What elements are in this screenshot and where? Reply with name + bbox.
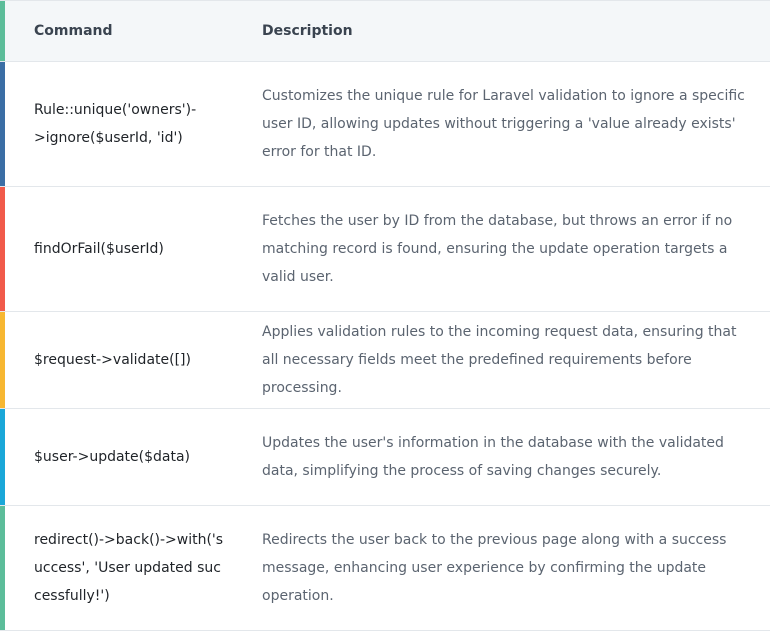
description-text: Fetches the user by ID from the database… [262,213,733,285]
description-cell: Updates the user's information in the da… [262,409,770,505]
table-row: redirect()->back()->with('success', 'Use… [0,506,770,631]
command-text: redirect()->back()->with('success', 'Use… [34,532,224,604]
description-cell: Redirects the user back to the previous … [262,506,770,630]
command-text: $user->update($data) [34,449,191,465]
table-row: Rule::unique('owners')->ignore($userId, … [0,62,770,187]
description-text: Redirects the user back to the previous … [262,532,727,604]
command-text: $request->validate([]) [34,352,191,368]
column-header-description: Description [262,23,353,39]
command-text: Rule::unique('owners')->ignore($userId, … [34,102,197,146]
command-cell: Rule::unique('owners')->ignore($userId, … [0,62,262,186]
description-cell: Customizes the unique rule for Laravel v… [262,62,770,186]
description-text: Customizes the unique rule for Laravel v… [262,88,745,160]
row-accent-bar [0,506,5,630]
description-cell: Applies validation rules to the incoming… [262,312,770,408]
description-cell: Fetches the user by ID from the database… [262,187,770,311]
header-cell-command: Command [0,1,262,61]
command-cell: $user->update($data) [0,409,262,505]
command-text: findOrFail($userId) [34,241,164,257]
description-text: Updates the user's information in the da… [262,435,724,479]
header-accent-bar [0,1,5,61]
description-text: Applies validation rules to the incoming… [262,324,737,396]
row-accent-bar [0,62,5,186]
table-row: $user->update($data) Updates the user's … [0,409,770,506]
row-accent-bar [0,187,5,311]
table-header-row: Command Description [0,0,770,62]
table-row: findOrFail($userId) Fetches the user by … [0,187,770,312]
column-header-command: Command [34,23,113,39]
command-cell: findOrFail($userId) [0,187,262,311]
command-table: Command Description Rule::unique('owners… [0,0,770,631]
command-cell: $request->validate([]) [0,312,262,408]
command-cell: redirect()->back()->with('success', 'Use… [0,506,262,630]
row-accent-bar [0,312,5,408]
table-row: $request->validate([]) Applies validatio… [0,312,770,409]
row-accent-bar [0,409,5,505]
header-cell-description: Description [262,1,770,61]
